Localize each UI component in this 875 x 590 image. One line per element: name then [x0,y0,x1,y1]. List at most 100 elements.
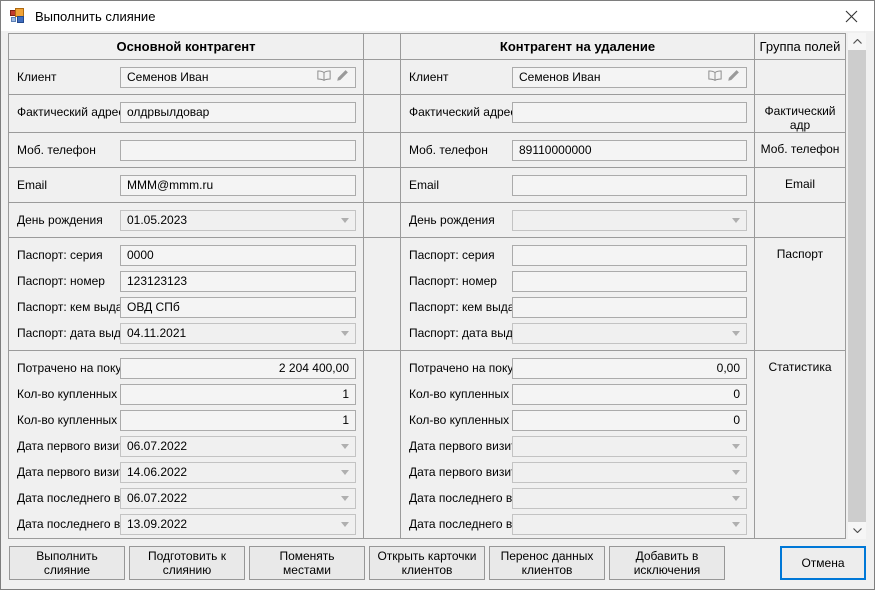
left-field-input[interactable] [120,140,356,161]
table-row: EmailMMM@mmm.ruEmailEmail [9,168,845,203]
field-label: Email [17,178,120,192]
field-row: Паспорт: дата выда [409,320,747,346]
field-value: 14.06.2022 [127,465,187,479]
close-icon[interactable] [829,1,874,31]
swap-button[interactable]: Поменять местами [249,546,365,580]
field-label: Кол-во купленных н [17,387,120,401]
right-field-input[interactable] [512,245,747,266]
field-label: Фактический адрес [409,105,512,119]
field-row: Кол-во купленных н0 [409,381,747,407]
field-row: Паспорт: дата выда 04.11.2021 [17,320,356,346]
dropdown-arrow-icon[interactable] [341,331,349,336]
right-field-input[interactable] [512,488,747,509]
field-label: Паспорт: серия [17,248,120,262]
pencil-icon[interactable] [727,69,740,85]
scroll-down-icon[interactable] [848,522,866,539]
open-cards-button[interactable]: Открыть карточки клиентов [369,546,485,580]
dropdown-arrow-icon[interactable] [732,496,740,501]
dropdown-arrow-icon[interactable] [341,218,349,223]
field-group-label: Email [755,168,845,202]
add-exclusions-button[interactable]: Добавить в исключения [609,546,725,580]
book-icon[interactable] [708,70,722,84]
right-field-input[interactable]: 0 [512,410,747,431]
left-field-input[interactable]: 14.06.2022 [120,462,356,483]
field-label: Паспорт: кем выдан [409,300,512,314]
field-row: Паспорт: серия [409,242,747,268]
field-value: олдрвылдовар [127,105,209,119]
field-row: Дата последнего ви13.09.2022 [17,511,356,537]
right-field-input[interactable] [512,436,747,457]
field-label: Email [409,178,512,192]
dropdown-arrow-icon[interactable] [341,522,349,527]
dropdown-arrow-icon[interactable] [732,444,740,449]
table-row: Потрачено на покуп2 204 400,00Кол-во куп… [9,351,845,539]
field-value: 04.11.2021 [127,326,186,340]
field-value: 0,00 [717,361,740,375]
left-field-input[interactable]: 0000 [120,245,356,266]
right-field-input[interactable] [512,210,747,231]
field-label: Дата первого визит [17,439,120,453]
right-field-input[interactable]: 89110000000 [512,140,747,161]
field-label: Паспорт: дата выда [17,326,120,340]
dropdown-arrow-icon[interactable] [732,218,740,223]
delete-contragent-cell: КлиентСеменов Иван [401,60,755,94]
scrollbar-thumb[interactable] [848,50,866,522]
left-field-input[interactable]: 06.07.2022 [120,436,356,457]
left-field-input[interactable]: 2 204 400,00 [120,358,356,379]
right-field-input[interactable]: 0,00 [512,358,747,379]
field-row: Дата последнего ви06.07.2022 [17,485,356,511]
dropdown-arrow-icon[interactable] [341,470,349,475]
header-main-contragent: Основной контрагент [9,34,364,59]
pencil-icon[interactable] [336,69,349,85]
dropdown-arrow-icon[interactable] [732,331,740,336]
right-field-input[interactable] [512,297,747,318]
field-label: Дата первого визит [409,439,512,453]
right-field-input[interactable] [512,102,747,123]
field-group-label: Паспорт [755,238,845,350]
right-field-input[interactable] [512,271,747,292]
right-field-input[interactable] [512,323,747,344]
left-field-input[interactable]: MMM@mmm.ru [120,175,356,196]
right-field-input[interactable] [512,175,747,196]
field-group-label: Фактический адр [755,95,845,132]
field-row: Моб. телефон [17,137,356,163]
left-field-input[interactable]: ОВД СПб [120,297,356,318]
vertical-scrollbar[interactable] [848,33,866,539]
cancel-button[interactable]: Отмена [780,546,866,580]
left-field-input[interactable]: 13.09.2022 [120,514,356,535]
gap-cell [364,238,401,350]
scroll-up-icon[interactable] [848,33,866,50]
field-label: Дата первого визит [409,465,512,479]
table-header-row: Основной контрагент Контрагент на удален… [9,34,845,60]
right-field-input[interactable] [512,514,747,535]
field-label: День рождения [409,213,512,227]
right-field-input[interactable]: Семенов Иван [512,67,747,88]
dropdown-arrow-icon[interactable] [732,522,740,527]
prepare-merge-button[interactable]: Подготовить к слиянию [129,546,245,580]
dropdown-arrow-icon[interactable] [341,444,349,449]
left-field-input[interactable]: 04.11.2021 [120,323,356,344]
field-value: 2 204 400,00 [279,361,349,375]
delete-contragent-cell: Паспорт: серияПаспорт: номерПаспорт: кем… [401,238,755,350]
left-field-input[interactable]: 1 [120,384,356,405]
right-field-input[interactable] [512,462,747,483]
perform-merge-button[interactable]: Выполнить слияние [9,546,125,580]
field-value: 0000 [127,248,154,262]
field-label: Паспорт: серия [409,248,512,262]
dropdown-arrow-icon[interactable] [341,496,349,501]
field-value: 01.05.2023 [127,213,187,227]
book-icon[interactable] [317,70,331,84]
left-field-input[interactable]: 06.07.2022 [120,488,356,509]
right-field-input[interactable]: 0 [512,384,747,405]
left-field-input[interactable]: 123123123 [120,271,356,292]
left-field-input[interactable]: 1 [120,410,356,431]
main-contragent-cell: День рождения01.05.2023 [9,203,364,237]
left-field-input[interactable]: Семенов Иван [120,67,356,88]
dropdown-arrow-icon[interactable] [732,470,740,475]
left-field-input[interactable]: олдрвылдовар [120,102,356,123]
field-group-label [755,203,845,237]
left-field-input[interactable]: 01.05.2023 [120,210,356,231]
field-label: Дата первого визит [17,465,120,479]
field-label: Кол-во купленных н [409,387,512,401]
transfer-data-button[interactable]: Перенос данных клиентов [489,546,605,580]
